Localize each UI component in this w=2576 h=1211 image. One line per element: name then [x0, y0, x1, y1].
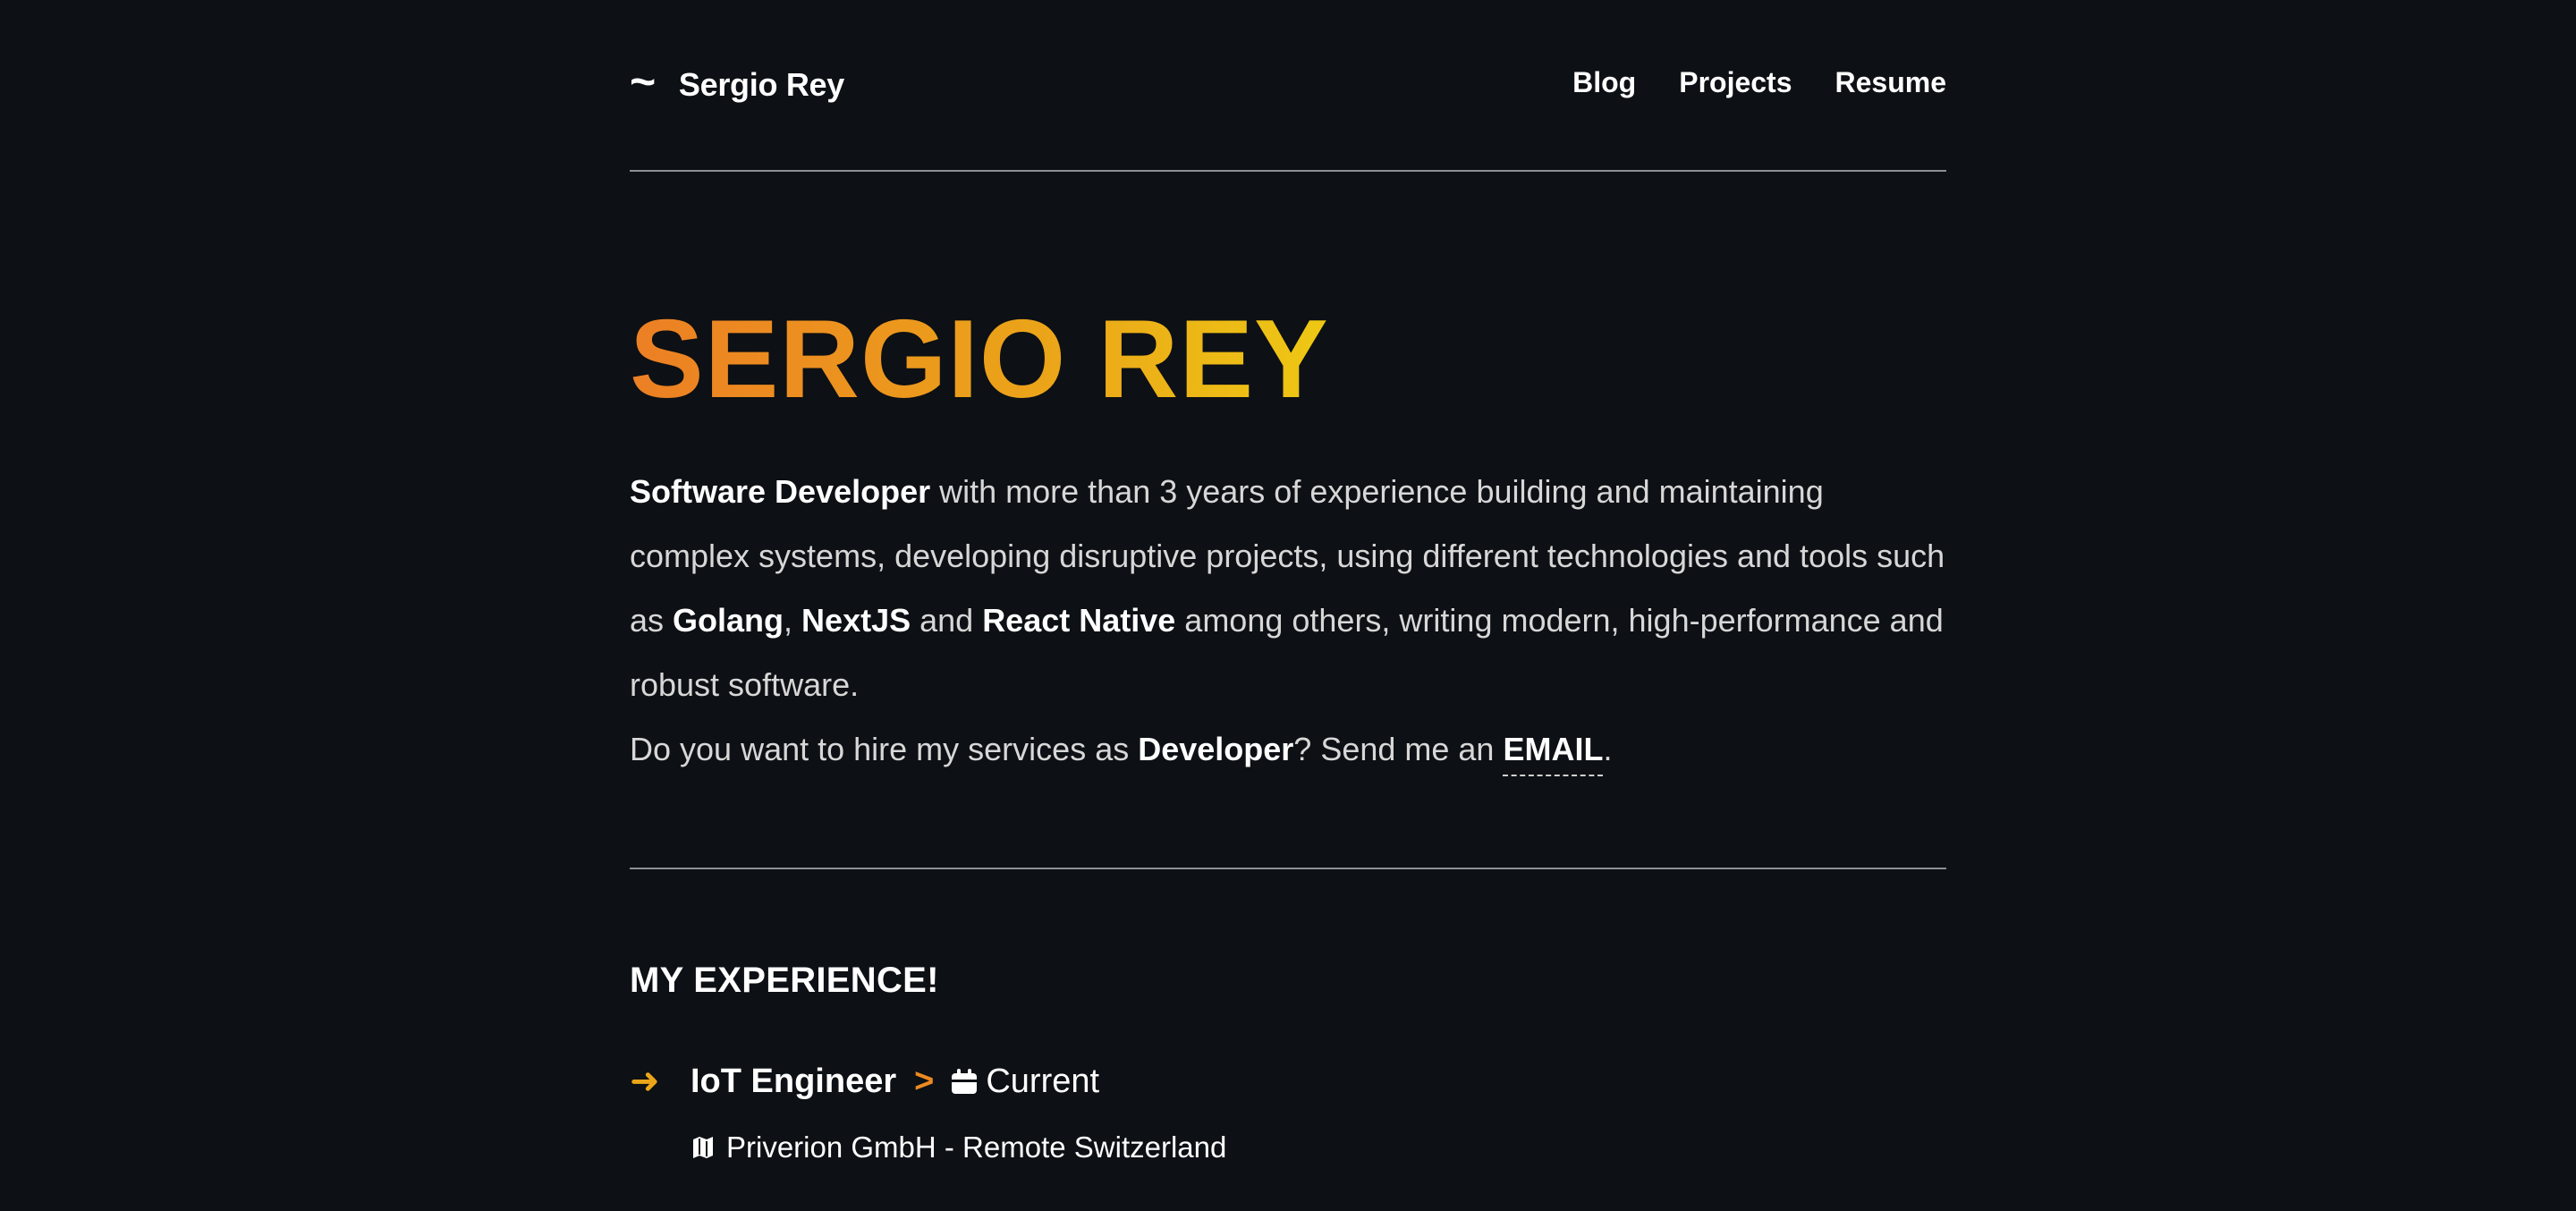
bio-tech-golang: Golang	[673, 602, 784, 639]
map-icon	[693, 1137, 713, 1158]
hire-line: Do you want to hire my services as Devel…	[630, 717, 1612, 782]
main-nav: Blog Projects Resume	[1572, 66, 1946, 99]
experience-item: ➜ IoT Engineer > Current	[630, 1061, 1099, 1102]
page: ~ Sergio Rey Blog Projects Resume SERGIO…	[630, 0, 1946, 1164]
bio-tech-nextjs: NextJS	[801, 602, 911, 639]
site-header: ~ Sergio Rey Blog Projects Resume	[630, 0, 1946, 172]
hire-text-2: ? Send me an	[1293, 731, 1504, 767]
hire-role: Developer	[1138, 731, 1294, 767]
bio-sep-2: and	[911, 602, 983, 639]
arrow-right-icon: ➜	[630, 1062, 660, 1101]
brand-link[interactable]: ~ Sergio Rey	[630, 59, 844, 107]
bio-role: Software Developer	[630, 473, 931, 510]
bio-tech-react-native: React Native	[982, 602, 1176, 639]
experience-company-row: Priverion GmbH - Remote Switzerland	[692, 1131, 1226, 1164]
bio-paragraph: Software Developer with more than 3 year…	[630, 460, 1946, 717]
experience-date: Current	[986, 1062, 1100, 1100]
brand-tilde-icon: ~	[630, 56, 656, 106]
brand-name: Sergio Rey	[678, 66, 844, 103]
hire-text-3: .	[1603, 731, 1613, 767]
email-link[interactable]: EMAIL	[1503, 731, 1604, 776]
section-divider	[630, 868, 1946, 869]
hire-text-1: Do you want to hire my services as	[630, 731, 1139, 767]
nav-resume[interactable]: Resume	[1835, 66, 1947, 99]
experience-separator: >	[914, 1062, 935, 1100]
nav-projects[interactable]: Projects	[1679, 66, 1792, 99]
experience-role: IoT Engineer	[691, 1062, 897, 1100]
experience-company: Priverion GmbH - Remote Switzerland	[726, 1131, 1227, 1164]
nav-blog[interactable]: Blog	[1572, 66, 1636, 99]
bio-sep-1: ,	[784, 602, 802, 639]
hero-title: SERGIO REY	[630, 298, 1329, 421]
experience-title: MY EXPERIENCE!	[630, 961, 939, 1000]
calendar-icon	[952, 1069, 978, 1094]
